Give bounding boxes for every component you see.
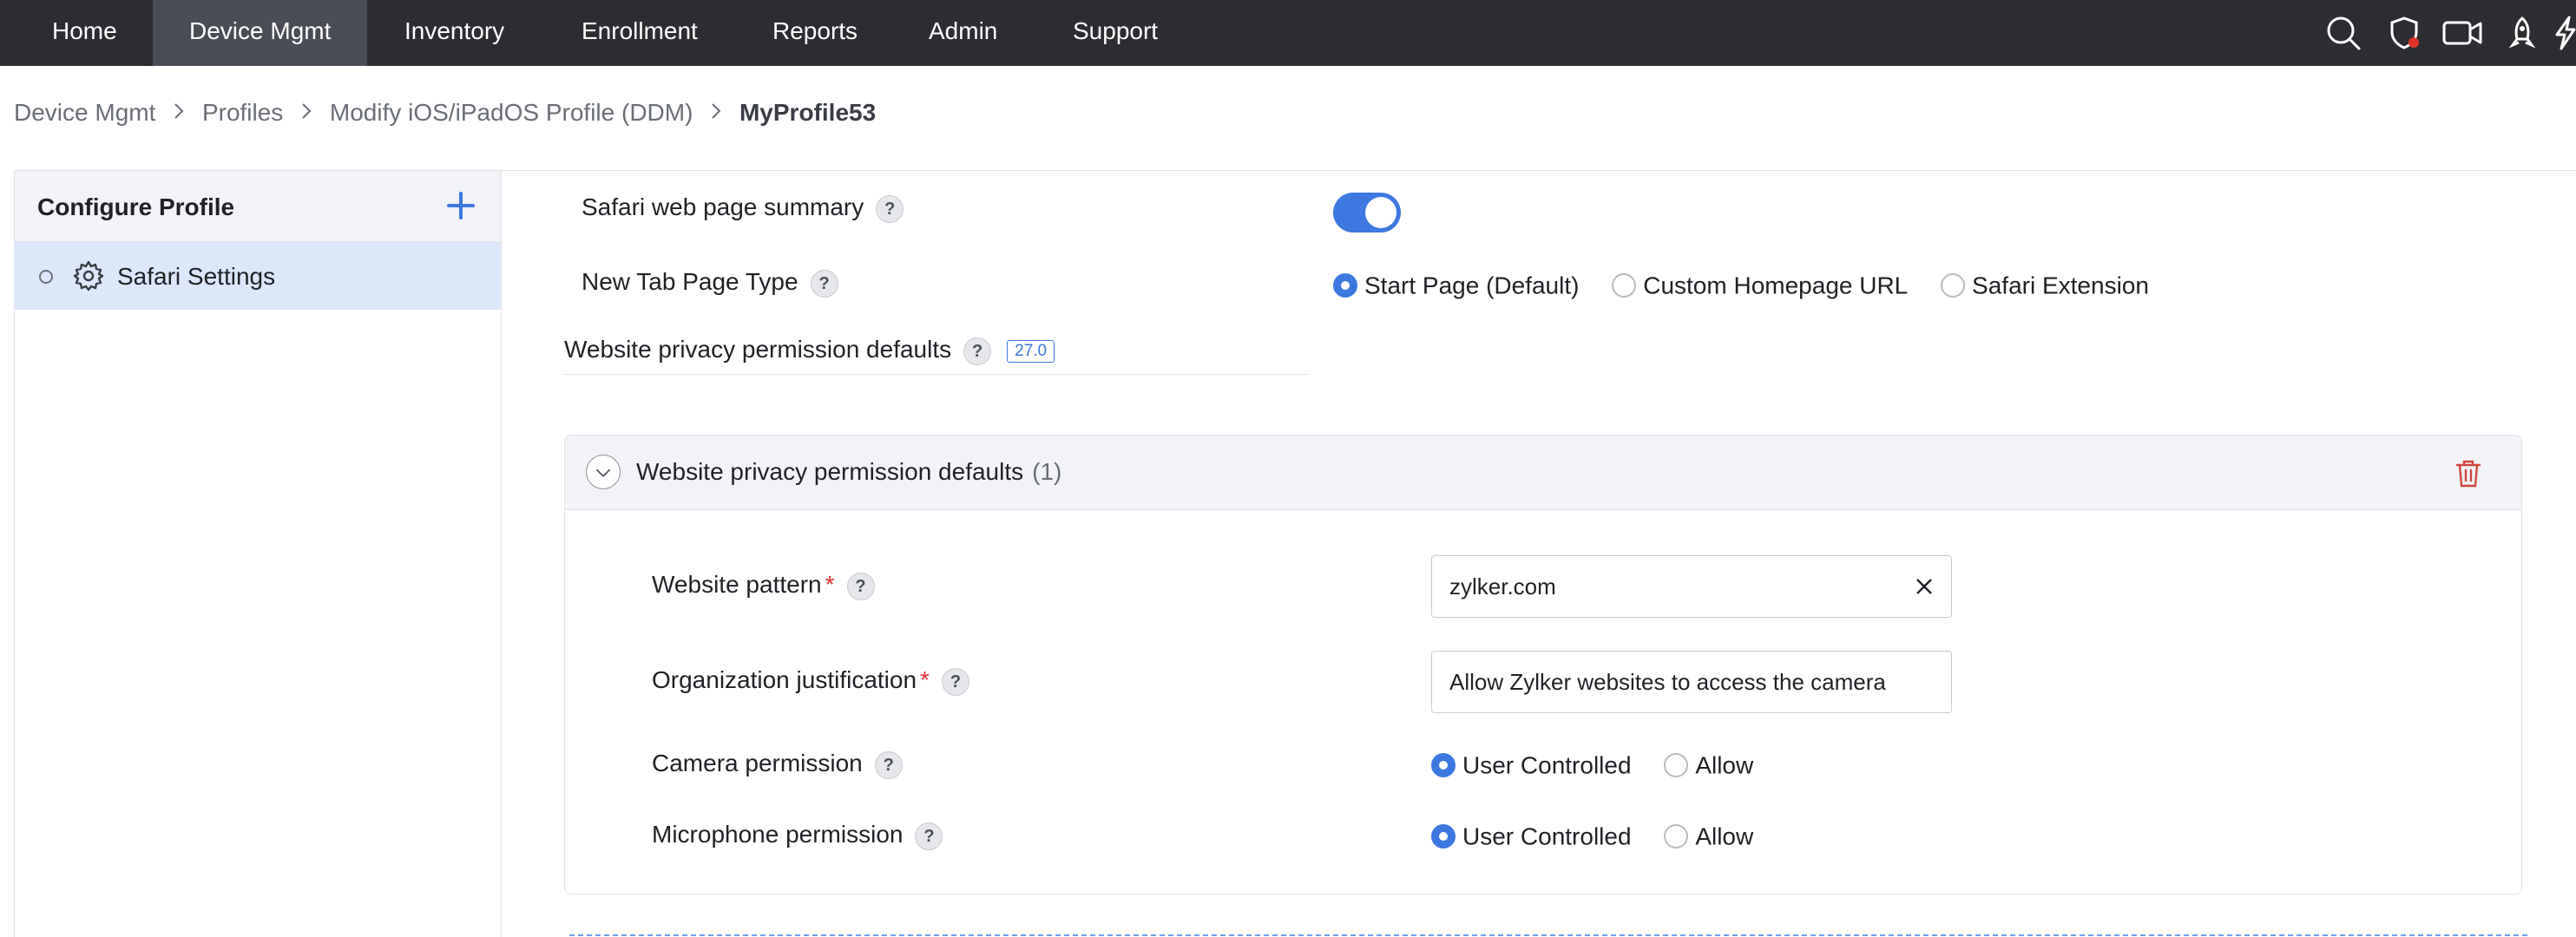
breadcrumb: Device Mgmt Profiles Modify iOS/iPadOS P…	[14, 97, 876, 127]
radio-label: User Controlled	[1462, 822, 1632, 850]
camera-permission-row: Camera permission?	[652, 750, 903, 779]
tab-device-mgmt[interactable]: Device Mgmt	[153, 0, 368, 66]
radio-dot	[1664, 753, 1689, 778]
radio-start-page[interactable]: Start Page (Default)	[1333, 271, 1579, 300]
search-icon[interactable]	[2324, 14, 2362, 52]
section-title-text: Website privacy permission defaults	[636, 458, 1024, 485]
chevron-right-icon	[710, 99, 722, 127]
tab-inventory[interactable]: Inventory	[368, 0, 541, 66]
radio-safari-extension[interactable]: Safari Extension	[1941, 271, 2149, 300]
tab-admin[interactable]: Admin	[892, 0, 1034, 66]
radio-label: User Controlled	[1462, 751, 1632, 779]
chevron-right-icon	[173, 99, 185, 127]
camera-radio-group: User Controlled Allow	[1431, 750, 1779, 779]
microphone-radio-group: User Controlled Allow	[1431, 821, 1779, 850]
help-icon[interactable]: ?	[846, 572, 875, 600]
web-page-summary-row: Safari web page summary?	[582, 193, 904, 223]
justification-value: Allow Zylker websites to access the came…	[1449, 669, 1886, 695]
tab-home[interactable]: Home	[16, 0, 154, 66]
required-mark: *	[825, 571, 835, 598]
radio-label: Custom Homepage URL	[1643, 272, 1909, 299]
main-content: Safari web page summary? New Tab Page Ty…	[502, 170, 2576, 937]
website-pattern-value: zylker.com	[1449, 573, 1556, 600]
version-badge: 27.0	[1007, 339, 1055, 363]
justification-label: Organization justification	[652, 666, 917, 693]
camera-permission-label: Camera permission	[652, 750, 863, 776]
rocket-icon[interactable]	[2503, 14, 2541, 52]
trash-icon[interactable]	[2454, 458, 2483, 489]
configure-profile-header: Configure Profile	[15, 171, 501, 242]
tab-support[interactable]: Support	[1036, 0, 1194, 66]
microphone-permission-row: Microphone permission?	[652, 821, 943, 850]
shield-alert-icon[interactable]	[2385, 14, 2423, 52]
new-tab-radio-group: Start Page (Default) Custom Homepage URL…	[1333, 270, 2175, 299]
configure-profile-panel: Configure Profile Safari Settings	[14, 170, 502, 937]
radio-custom-homepage[interactable]: Custom Homepage URL	[1612, 271, 1908, 300]
add-icon[interactable]	[444, 188, 478, 223]
radio-label: Safari Extension	[1972, 272, 2149, 299]
nav-icons	[2298, 0, 2576, 66]
new-tab-row: New Tab Page Type?	[582, 268, 838, 298]
help-icon[interactable]: ?	[915, 822, 943, 850]
help-icon[interactable]: ?	[810, 269, 838, 298]
radio-label: Allow	[1695, 822, 1754, 850]
sidebar-item-safari-settings[interactable]: Safari Settings	[15, 242, 501, 310]
radio-microphone-user-controlled[interactable]: User Controlled	[1431, 822, 1632, 851]
close-icon[interactable]	[1913, 575, 1935, 598]
radio-dot	[1333, 273, 1357, 298]
breadcrumb-modify-profile[interactable]: Modify iOS/iPadOS Profile (DDM)	[330, 99, 693, 127]
privacy-defaults-row: Website privacy permission defaults? 27.0	[564, 336, 1055, 365]
help-icon[interactable]: ?	[876, 194, 904, 223]
tab-reports[interactable]: Reports	[736, 0, 894, 66]
website-pattern-label: Website pattern	[652, 571, 822, 598]
breadcrumb-current: MyProfile53	[739, 98, 877, 126]
web-page-summary-toggle[interactable]	[1333, 193, 1401, 233]
radio-dot	[1431, 824, 1456, 849]
radio-camera-allow[interactable]: Allow	[1664, 750, 1753, 780]
web-page-summary-label: Safari web page summary	[582, 193, 864, 220]
radio-label: Allow	[1695, 751, 1754, 779]
section-count: (1)	[1032, 458, 1062, 485]
gear-icon	[73, 260, 104, 292]
help-icon[interactable]: ?	[874, 750, 903, 779]
add-more-divider	[569, 934, 2527, 936]
justification-row: Organization justification *?	[652, 666, 969, 696]
radio-label: Start Page (Default)	[1364, 272, 1580, 299]
radio-dot	[1612, 273, 1637, 298]
radio-dot	[1941, 273, 1966, 298]
justification-input[interactable]: Allow Zylker websites to access the came…	[1431, 651, 1952, 713]
radio-camera-user-controlled[interactable]: User Controlled	[1431, 750, 1632, 780]
chevron-right-icon	[300, 99, 312, 127]
privacy-defaults-section: Website privacy permission defaults (1) W…	[564, 435, 2522, 894]
configure-profile-title: Configure Profile	[37, 193, 235, 220]
radio-dot	[1664, 824, 1689, 849]
section-header[interactable]: Website privacy permission defaults (1)	[565, 436, 2521, 510]
chevron-down-icon[interactable]	[586, 455, 621, 489]
help-icon[interactable]: ?	[941, 667, 969, 696]
bolt-icon[interactable]	[2552, 14, 2576, 52]
tab-enrollment[interactable]: Enrollment	[545, 0, 734, 66]
radio-dot	[1431, 753, 1456, 778]
microphone-permission-label: Microphone permission	[652, 821, 904, 848]
help-icon[interactable]: ?	[963, 337, 992, 365]
website-pattern-input[interactable]: zylker.com	[1431, 555, 1952, 618]
required-mark: *	[920, 666, 930, 693]
sidebar-item-label: Safari Settings	[117, 263, 276, 290]
section-title: Website privacy permission defaults (1)	[636, 458, 1061, 486]
status-dot	[39, 270, 53, 284]
video-icon[interactable]	[2441, 14, 2486, 52]
top-nav: Home Device Mgmt Inventory Enrollment Re…	[0, 0, 2576, 66]
new-tab-label: New Tab Page Type	[582, 268, 798, 295]
divider	[562, 374, 1309, 375]
breadcrumb-profiles[interactable]: Profiles	[202, 99, 283, 127]
toggle-knob	[1365, 197, 1396, 228]
breadcrumb-device-mgmt[interactable]: Device Mgmt	[14, 99, 155, 127]
radio-microphone-allow[interactable]: Allow	[1664, 822, 1753, 851]
website-pattern-row: Website pattern *?	[652, 571, 875, 600]
privacy-defaults-label: Website privacy permission defaults	[564, 336, 952, 363]
